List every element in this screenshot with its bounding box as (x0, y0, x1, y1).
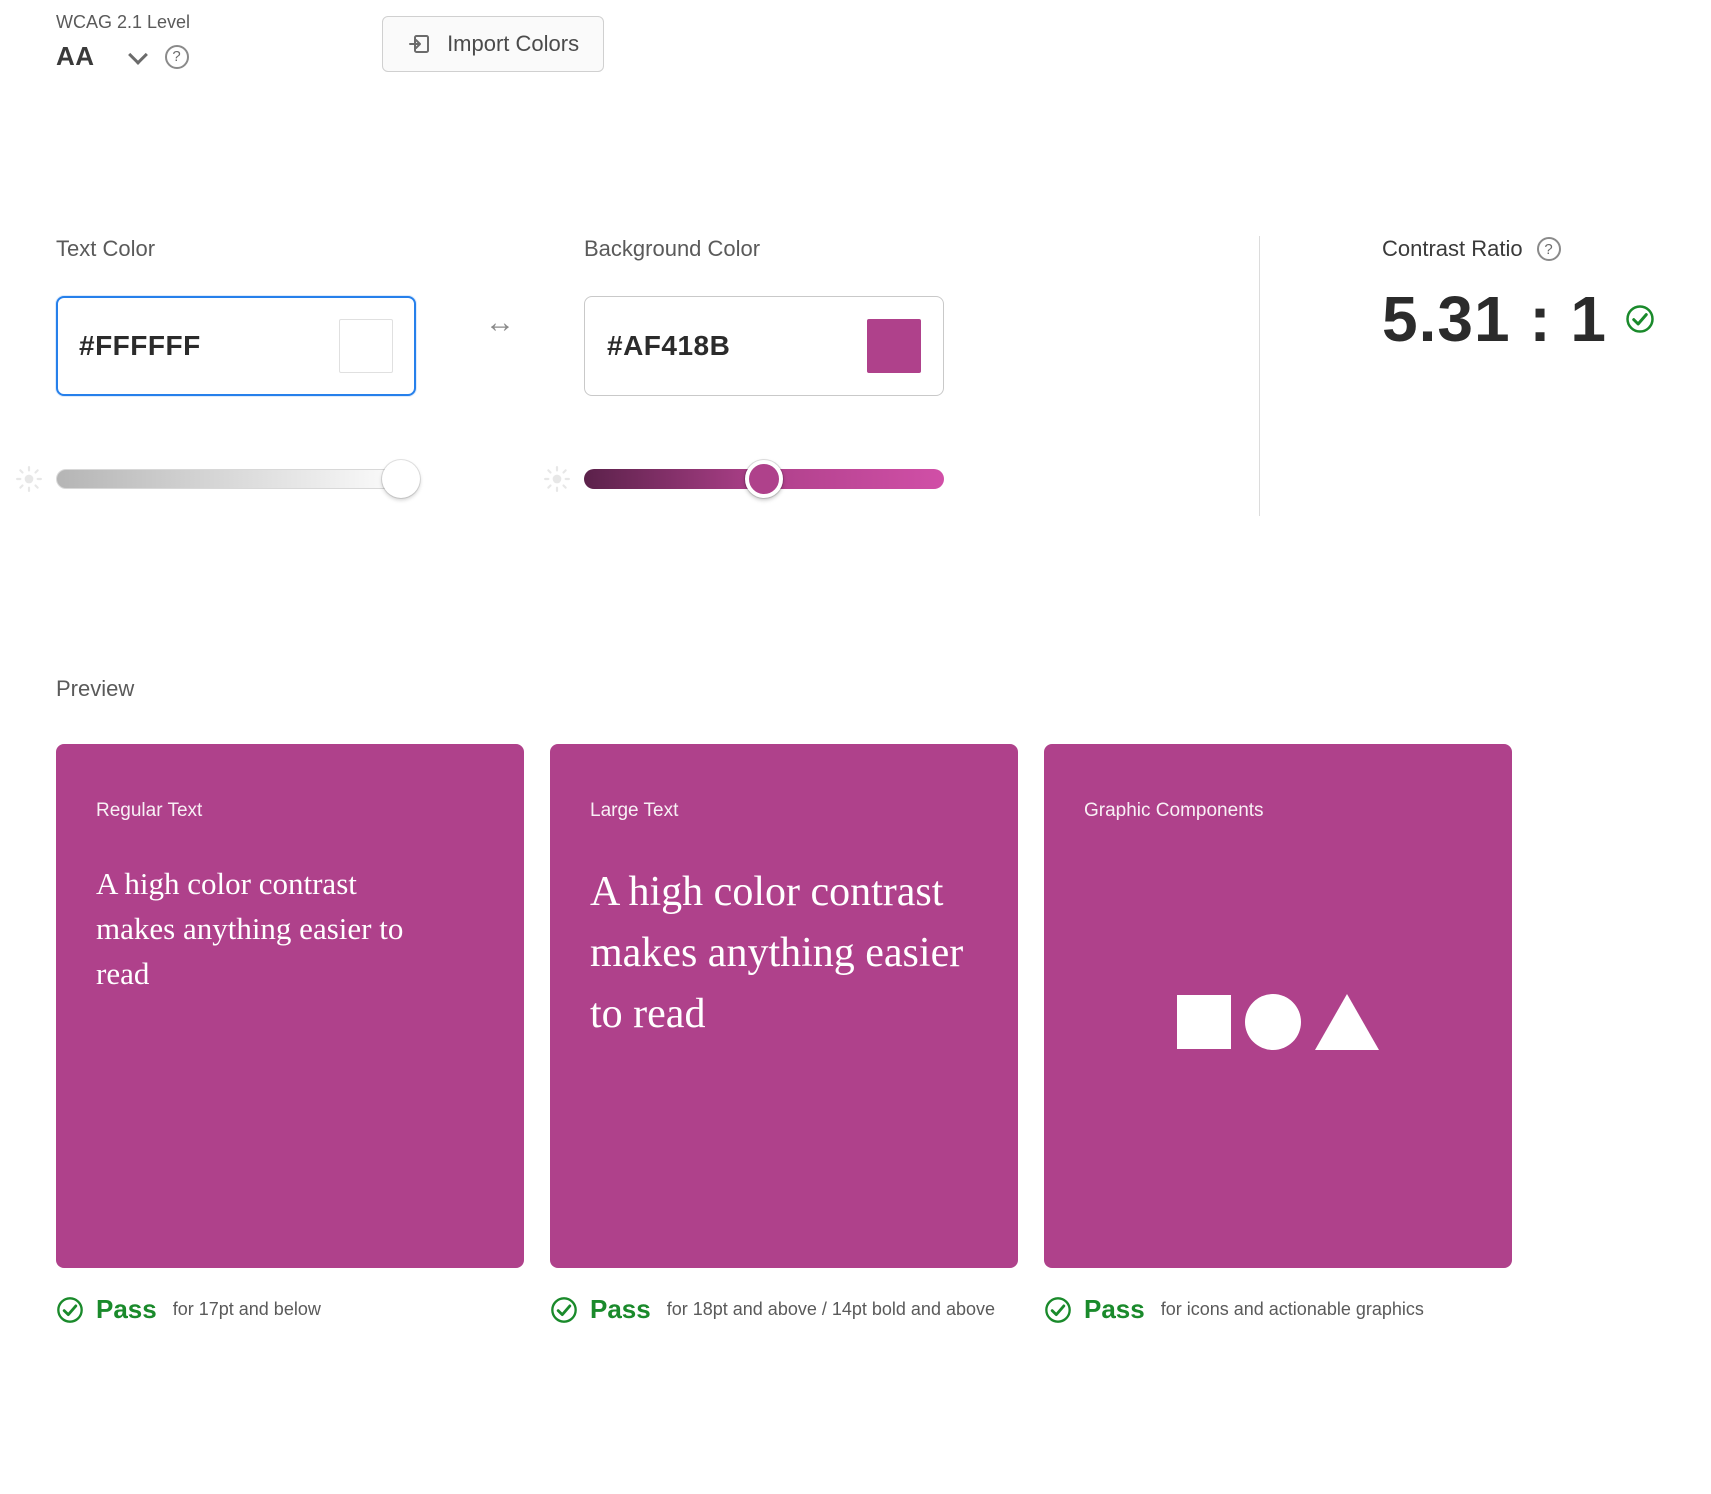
text-color-hex[interactable]: #FFFFFF (79, 330, 201, 362)
contrast-ratio-block: Contrast Ratio ? 5.31 : 1 (1382, 236, 1655, 516)
result-graphic-desc: for icons and actionable graphics (1161, 1299, 1424, 1320)
result-large-desc: for 18pt and above / 14pt bold and above (667, 1299, 995, 1320)
background-lightness-slider[interactable] (584, 469, 944, 489)
result-regular-desc: for 17pt and below (173, 1299, 321, 1320)
background-color-label: Background Color (584, 236, 944, 262)
text-lightness-thumb[interactable] (382, 460, 420, 498)
vertical-divider (1259, 236, 1260, 516)
text-color-label: Text Color (56, 236, 416, 262)
preview-card-regular: Regular Text A high color contrast makes… (56, 744, 524, 1268)
preview-card-graphic: Graphic Components (1044, 744, 1512, 1268)
chevron-down-icon (128, 45, 148, 65)
result-status: Pass (590, 1294, 651, 1325)
triangle-icon (1315, 994, 1379, 1050)
wcag-level-select[interactable]: AA (56, 41, 145, 72)
background-color-swatch[interactable] (867, 319, 921, 373)
import-icon (407, 32, 431, 56)
preview-large-sample: A high color contrast makes anything eas… (590, 862, 970, 1045)
contrast-ratio-label: Contrast Ratio (1382, 236, 1523, 262)
background-lightness-thumb[interactable] (745, 460, 783, 498)
help-icon[interactable]: ? (1537, 237, 1561, 261)
check-circle-icon (56, 1296, 84, 1324)
preview-card-title: Large Text (590, 800, 978, 822)
contrast-ratio-value: 5.31 : 1 (1382, 282, 1607, 356)
check-circle-icon (550, 1296, 578, 1324)
preview-regular-sample: A high color contrast makes anything eas… (96, 862, 406, 997)
wcag-level-value: AA (56, 41, 95, 72)
preview-card-title: Graphic Components (1084, 800, 1472, 822)
result-status: Pass (96, 1294, 157, 1325)
square-icon (1177, 995, 1231, 1049)
background-color-column: Background Color #AF418B (584, 236, 944, 492)
results-row: Pass for 17pt and below Pass for 18pt an… (56, 1294, 1655, 1325)
wcag-level-block: WCAG 2.1 Level AA ? (56, 12, 190, 72)
preview-cards: Regular Text A high color contrast makes… (56, 744, 1655, 1268)
help-icon[interactable]: ? (165, 45, 189, 69)
preview-graphic-shapes (1084, 862, 1472, 1182)
wcag-level-label: WCAG 2.1 Level (56, 12, 190, 33)
circle-icon (1245, 994, 1301, 1050)
import-colors-label: Import Colors (447, 31, 579, 57)
background-color-hex[interactable]: #AF418B (607, 330, 730, 362)
result-status: Pass (1084, 1294, 1145, 1325)
result-graphic: Pass for icons and actionable graphics (1044, 1294, 1512, 1325)
brightness-icon (544, 466, 570, 492)
import-colors-button[interactable]: Import Colors (382, 16, 604, 72)
text-lightness-slider[interactable] (56, 469, 416, 489)
result-large: Pass for 18pt and above / 14pt bold and … (550, 1294, 1018, 1325)
brightness-icon (16, 466, 42, 492)
preview-card-large: Large Text A high color contrast makes a… (550, 744, 1018, 1268)
text-color-column: Text Color #FFFFFF (56, 236, 416, 492)
preview-label: Preview (56, 676, 1655, 702)
check-circle-icon (1625, 304, 1655, 334)
result-regular: Pass for 17pt and below (56, 1294, 524, 1325)
background-lightness-slider-wrap (544, 466, 944, 492)
check-circle-icon (1044, 1296, 1072, 1324)
text-lightness-slider-wrap (16, 466, 416, 492)
text-color-swatch[interactable] (339, 319, 393, 373)
preview-card-title: Regular Text (96, 800, 484, 822)
text-color-input[interactable]: #FFFFFF (56, 296, 416, 396)
swap-colors-button[interactable]: ↔ (485, 306, 515, 340)
background-color-input[interactable]: #AF418B (584, 296, 944, 396)
